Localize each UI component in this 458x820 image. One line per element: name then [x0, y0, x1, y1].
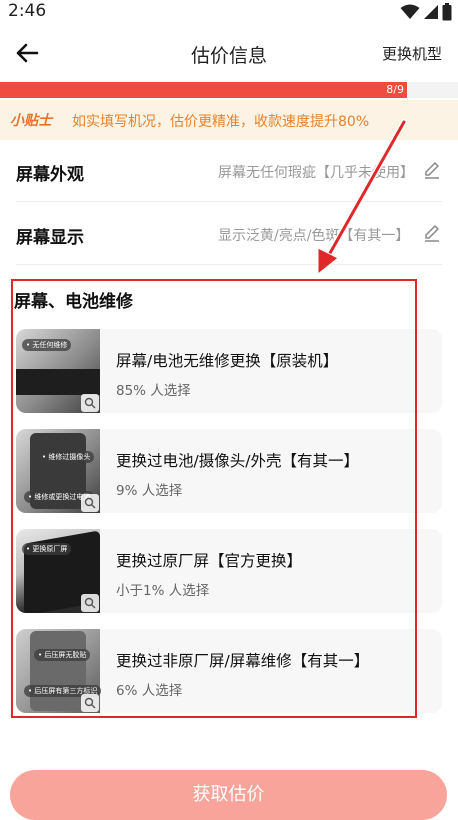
progress-bar: 8/9: [0, 82, 458, 98]
thumb-tag: • 维修过摄像头: [38, 451, 95, 463]
battery-icon: [442, 3, 452, 21]
magnifier-icon: [84, 597, 96, 609]
option-thumbnail: • 更换原厂屏: [16, 529, 100, 613]
option-percent: 6% 人选择: [116, 683, 183, 699]
tip-label: 小贴士: [10, 113, 52, 129]
option-title: 屏幕/电池无维修更换【原装机】: [116, 352, 339, 370]
thumb-tag: • 无任何维修: [22, 339, 72, 351]
option-title: 更换过非原厂屏/屏幕维修【有其一】: [116, 652, 370, 670]
option-card-third-party-screen[interactable]: • 后压屏无胶贴 • 后压屏有第三方标识 更换过非原厂屏/屏幕维修【有其一】 6…: [16, 629, 442, 713]
section-title: 屏幕、电池维修: [14, 292, 133, 312]
spec-row-screen-display[interactable]: 屏幕显示 显示泛黄/亮点/色斑【有其一】: [16, 203, 442, 265]
get-quote-button[interactable]: 获取估价: [10, 770, 447, 820]
spec-label: 屏幕显示: [16, 228, 84, 248]
change-model-button[interactable]: 更换机型: [382, 43, 442, 64]
magnifier-icon: [84, 497, 96, 509]
option-thumbnail: • 无任何维修: [16, 329, 100, 413]
spec-row-screen-appearance[interactable]: 屏幕外观 屏幕无任何瑕疵【几乎未使用】: [16, 140, 442, 202]
progress-text: 8/9: [386, 83, 404, 96]
tip-bar: 小贴士 如实填写机况，估价更精准，收款速度提升80%: [0, 100, 458, 140]
status-time: 2:46: [8, 1, 47, 21]
option-card-official-screen[interactable]: • 更换原厂屏 更换过原厂屏【官方更换】 小于1% 人选择: [16, 529, 442, 613]
spec-value: 屏幕无任何瑕疵【几乎未使用】: [218, 165, 414, 181]
edit-icon[interactable]: [422, 160, 442, 180]
back-button[interactable]: [12, 38, 42, 68]
spec-value: 显示泛黄/亮点/色斑【有其一】: [218, 228, 410, 244]
option-card-original[interactable]: • 无任何维修 屏幕/电池无维修更换【原装机】 85% 人选择: [16, 329, 442, 413]
nav-bar: 估价信息 更换机型: [0, 30, 458, 76]
magnifier-icon: [84, 697, 96, 709]
zoom-button[interactable]: [81, 694, 99, 712]
option-percent: 小于1% 人选择: [116, 583, 210, 599]
status-icons: [400, 3, 452, 21]
signal-icon: [424, 5, 438, 19]
tip-text: 如实填写机况，估价更精准，收款速度提升80%: [72, 114, 370, 130]
zoom-button[interactable]: [81, 394, 99, 412]
option-percent: 9% 人选择: [116, 483, 183, 499]
zoom-button[interactable]: [81, 494, 99, 512]
arrow-left-icon: [16, 43, 39, 63]
magnifier-icon: [84, 397, 96, 409]
option-card-battery-camera[interactable]: • 维修过摄像头 • 维修或更换过电池 更换过电池/摄像头/外壳【有其一】 9%…: [16, 429, 442, 513]
progress-fill: [0, 82, 408, 98]
thumb-tag: • 更换原厂屏: [22, 543, 72, 555]
spec-label: 屏幕外观: [16, 165, 84, 185]
option-percent: 85% 人选择: [116, 383, 191, 399]
wifi-icon: [400, 4, 420, 19]
thumb-tag: • 后压屏无胶贴: [34, 649, 91, 661]
bottom-bar: 获取估价: [0, 758, 458, 820]
option-title: 更换过原厂屏【官方更换】: [116, 552, 303, 570]
option-thumbnail: • 维修过摄像头 • 维修或更换过电池: [16, 429, 100, 513]
option-thumbnail: • 后压屏无胶贴 • 后压屏有第三方标识: [16, 629, 102, 713]
zoom-button[interactable]: [81, 594, 99, 612]
edit-icon[interactable]: [422, 223, 442, 243]
option-title: 更换过电池/摄像头/外壳【有其一】: [116, 452, 359, 470]
status-bar: 2:46: [0, 0, 458, 26]
